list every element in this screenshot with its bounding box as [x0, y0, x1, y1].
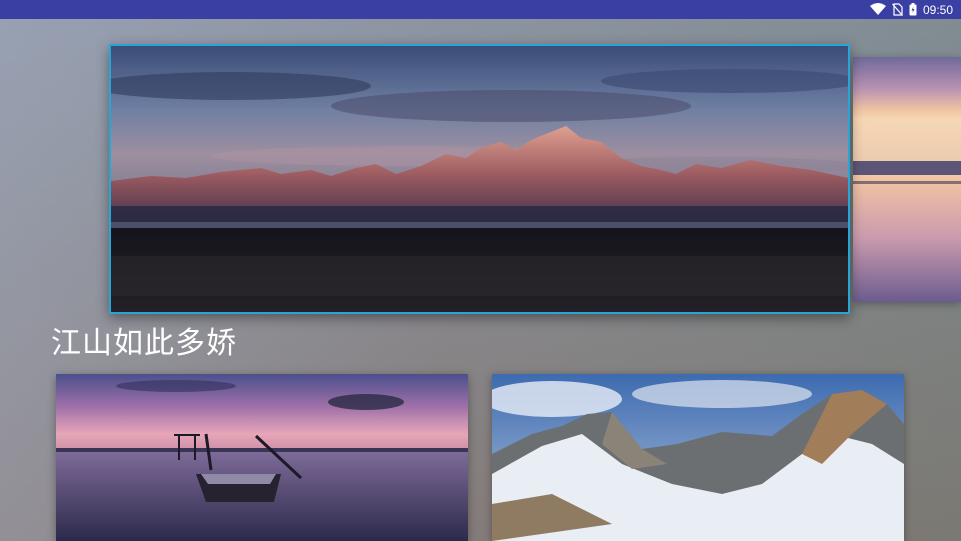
- lake-card[interactable]: [56, 374, 468, 541]
- section-title: 江山如此多娇: [51, 326, 237, 361]
- no-sim-icon: [892, 3, 903, 16]
- side-preview-card[interactable]: [853, 57, 961, 302]
- sunset-lake-image: [853, 57, 961, 302]
- status-bar: 09:50: [0, 0, 961, 19]
- mountain-card[interactable]: [492, 374, 904, 541]
- snowy-mountains-image: [492, 374, 904, 541]
- featured-card[interactable]: [109, 44, 850, 314]
- mountain-range-at-dusk-image: [111, 46, 848, 312]
- lake-boat-at-dusk-image: [56, 374, 468, 541]
- status-time: 09:50: [922, 2, 953, 17]
- battery-icon: [909, 3, 917, 16]
- wifi-icon: [869, 3, 886, 16]
